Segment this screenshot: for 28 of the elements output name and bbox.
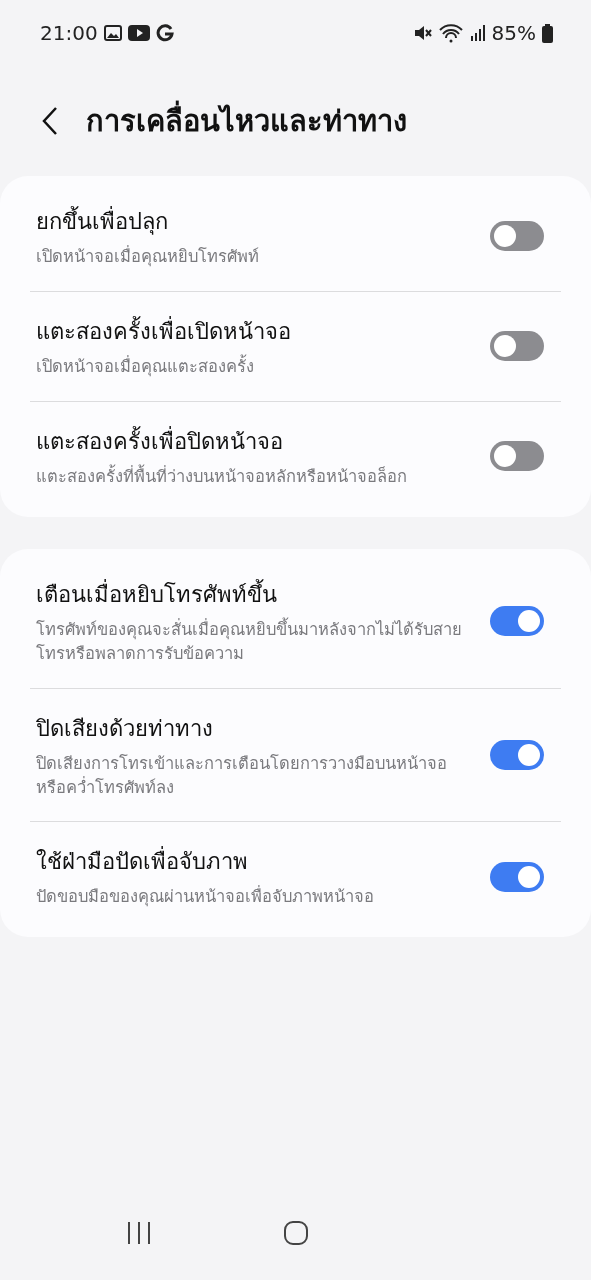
setting-title: เตือนเมื่อหยิบโทรศัพท์ขึ้น — [36, 578, 278, 609]
battery-percent: 85% — [491, 21, 536, 45]
toggle-switch[interactable] — [490, 221, 544, 252]
setting-title: ยกขึ้นเพื่อปลุก — [36, 204, 466, 239]
setting-description: เปิดหน้าจอเมื่อคุณหยิบโทรศัพท์ — [36, 245, 260, 269]
toggle-switch[interactable] — [490, 740, 544, 771]
setting-description: แตะสองครั้งที่พื้นที่ว่างบนหน้าจอหลักหรือหน้าจอล็อก — [36, 464, 408, 488]
setting-description: ปัดขอบมือของคุณผ่านหน้าจอเพื่อจับภาพหน้าจอ — [36, 885, 375, 909]
wifi-icon — [437, 23, 464, 43]
page-title: การเคลื่อนไหวและท่าทาง — [86, 98, 407, 144]
battery-icon — [542, 23, 553, 43]
toggle-switch[interactable] — [490, 606, 544, 637]
g-logo-icon — [155, 24, 174, 42]
setting-title: แตะสองครั้งเพื่อปิดหน้าจอ — [36, 425, 284, 456]
play-icon — [127, 25, 150, 41]
toggle-switch[interactable] — [490, 861, 544, 892]
toggle-switch[interactable] — [490, 441, 544, 472]
mute-icon — [413, 24, 432, 42]
setting-description: โทรศัพท์ของคุณจะสั่นเมื่อคุณหยิบขึ้นมาหลังจากไม่ได้รับสายโทรหรือพลาดการรับข้อความ — [36, 617, 463, 665]
toggle-switch[interactable] — [490, 331, 544, 362]
setting-description: เปิดหน้าจอเมื่อคุณแตะสองครั้ง — [36, 354, 255, 379]
setting-title: ปิดเสียงด้วยท่าทาง — [36, 714, 214, 743]
setting-title: ใช้ฝ่ามือปัดเพื่อจับภาพ — [36, 844, 466, 880]
setting-description: ปิดเสียงการโทรเข้าและการเตือนโดยการวางมือบนหน้าจอ หรือคว่ำโทรศัพท์ลง — [36, 752, 448, 799]
signal-icon — [469, 24, 486, 42]
image-icon — [103, 25, 122, 41]
setting-title: แตะสองครั้งเพื่อเปิดหน้าจอ — [36, 315, 292, 346]
clock-time: 21:00 — [40, 21, 98, 45]
